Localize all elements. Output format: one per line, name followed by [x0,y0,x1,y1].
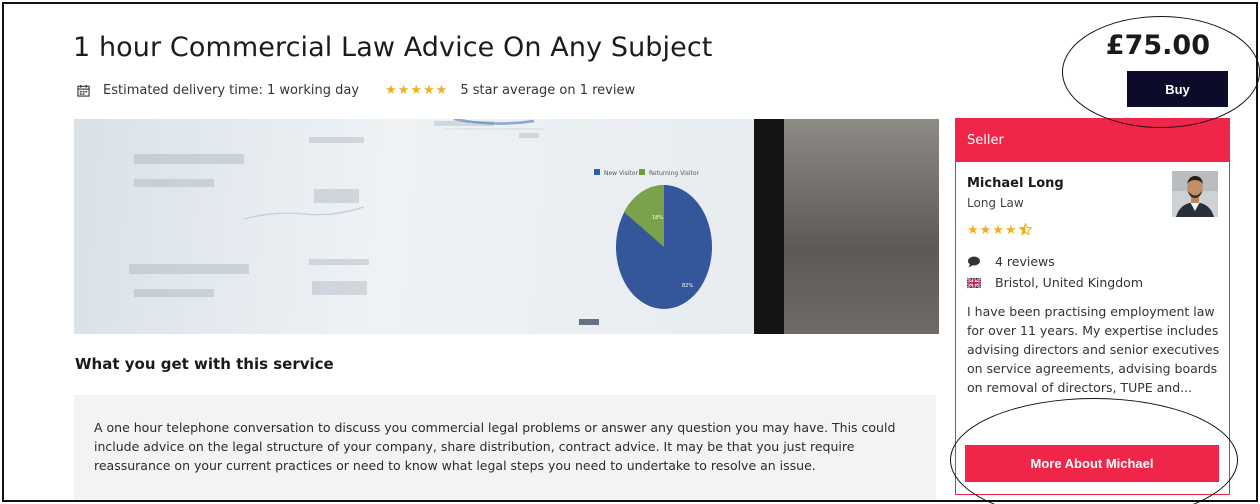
pie-label-large: 82% [682,283,693,289]
delivery-time: Estimated delivery time: 1 working day [103,83,360,98]
more-about-seller-button[interactable]: More About Michael [965,445,1219,482]
seller-reviews: 4 reviews [995,254,1055,269]
service-rating-text: 5 star average on 1 review [460,83,636,98]
speech-bubble-icon [968,256,980,267]
seller-location: Bristol, United Kingdom [995,275,1143,290]
half-star-icon [1018,222,1033,236]
seller-rating-stars: ★★★★ [967,222,1033,238]
seller-card: Seller Michael Long Long Law ★★★★ 4 revi… [955,118,1230,495]
hero-image: New Visitor Returning Visitor 18% 82% [74,119,939,334]
seller-location-row: Bristol, United Kingdom [967,275,1143,290]
seller-bio: I have been practising employment law fo… [967,304,1220,395]
seller-firm: Long Law [967,196,1024,210]
seller-heading: Seller [956,119,1229,162]
section-title: What you get with this service [75,355,334,373]
avatar-portrait [1172,171,1218,217]
price: £75.00 [1105,30,1210,61]
service-meta: Estimated delivery time: 1 working day ★… [77,83,635,98]
uk-flag-icon [967,276,981,289]
seller-reviews-row[interactable]: 4 reviews [967,254,1055,269]
hero-illustration: New Visitor Returning Visitor 18% 82% [129,119,712,325]
service-description: A one hour telephone conversation to dis… [94,420,896,473]
buy-button[interactable]: Buy [1127,71,1228,107]
service-rating-stars: ★★★★★ [385,83,449,98]
seller-avatar[interactable] [1172,171,1218,217]
service-title: 1 hour Commercial Law Advice On Any Subj… [73,32,713,63]
legend-new-visitor: New Visitor [604,170,638,177]
legend-returning-visitor: Returning Visitor [649,170,700,177]
pie-label-small: 18% [652,215,663,221]
seller-name[interactable]: Michael Long [967,176,1064,191]
calendar-icon [77,84,90,97]
